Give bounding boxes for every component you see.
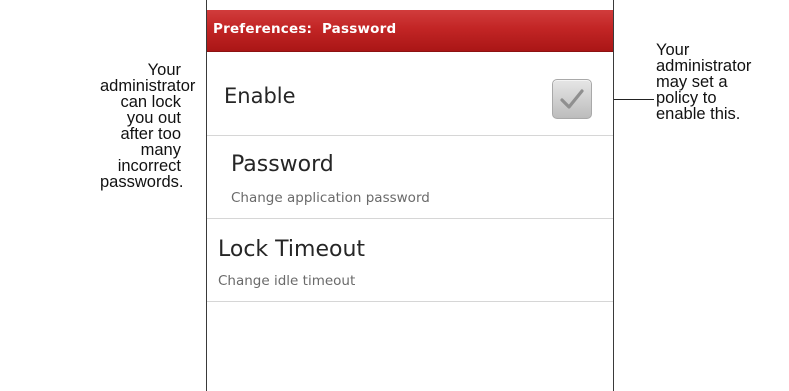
- callout-line: may set a: [656, 73, 728, 91]
- pref-item-enable[interactable]: Enable: [207, 52, 613, 136]
- pref-item-summary: Change idle timeout: [218, 273, 356, 289]
- callout-line: Your administrator: [100, 61, 196, 95]
- title-bar: Preferences: Password: [207, 10, 613, 52]
- enable-checkbox[interactable]: [552, 79, 592, 119]
- pref-item-title: Password: [231, 152, 334, 177]
- pref-item-title: Lock Timeout: [218, 237, 366, 262]
- callout-line: can lock you out: [120, 93, 181, 127]
- callout-line: passwords.: [100, 173, 184, 191]
- pref-item-title: Enable: [224, 84, 296, 108]
- pref-item-summary: Change application password: [231, 190, 430, 206]
- callout-lockout-note: Your administrator can lock you out afte…: [100, 61, 196, 191]
- checkmark-icon: [560, 89, 584, 109]
- callout-line: policy to: [656, 89, 717, 107]
- callout-line: Your: [656, 41, 690, 59]
- pref-item-password[interactable]: Password Change application password: [207, 136, 613, 219]
- callout-line: enable this.: [656, 105, 741, 123]
- screen-title: Preferences: Password: [213, 21, 397, 37]
- pref-item-lock-timeout[interactable]: Lock Timeout Change idle timeout: [207, 219, 613, 302]
- phone-screen: Preferences: Password Enable Password Ch…: [206, 0, 614, 391]
- callout-line: administrator: [656, 57, 752, 75]
- callout-line: incorrect: [117, 157, 181, 175]
- callout-line: after too many: [120, 125, 181, 159]
- callout-policy-note: Your administrator may set a policy to e…: [656, 41, 786, 123]
